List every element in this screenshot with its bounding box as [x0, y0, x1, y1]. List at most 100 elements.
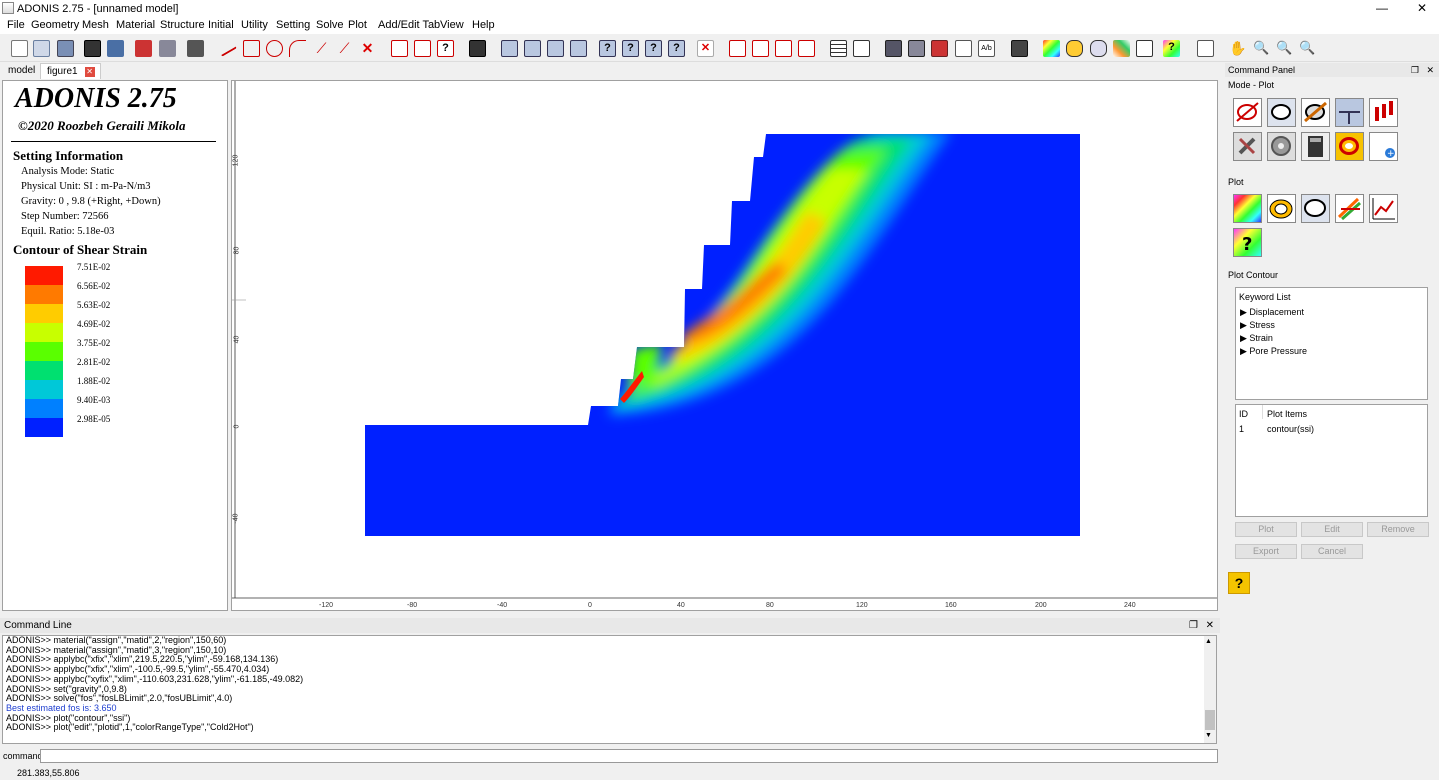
- draw-arc-icon[interactable]: [289, 40, 306, 57]
- menu-initial[interactable]: Initial: [208, 19, 234, 31]
- plot-item-row[interactable]: 1 contour(ssi): [1236, 422, 1427, 436]
- calculator-icon[interactable]: [1011, 40, 1028, 57]
- structure-beam-icon[interactable]: [729, 40, 746, 57]
- edit-button[interactable]: Edit: [1301, 522, 1363, 537]
- menu-plot[interactable]: Plot: [348, 19, 367, 31]
- menu-file[interactable]: File: [7, 19, 25, 31]
- scroll-down-icon[interactable]: ▼: [1205, 732, 1212, 739]
- tab-figure1[interactable]: figure1 ✕: [40, 63, 101, 79]
- text-icon[interactable]: A/b: [978, 40, 995, 57]
- history-chart-icon[interactable]: [853, 40, 870, 57]
- help-icon[interactable]: ?: [1228, 572, 1250, 594]
- boundary-mode-icon[interactable]: [1335, 98, 1364, 127]
- keyword-item-strain[interactable]: ▶ Strain: [1240, 333, 1273, 344]
- material-mode-icon[interactable]: [1301, 98, 1330, 127]
- zoom-in-icon[interactable]: 🔍: [1276, 40, 1293, 57]
- menu-material[interactable]: Material: [116, 19, 155, 31]
- print-icon[interactable]: [187, 40, 204, 57]
- import-icon[interactable]: [135, 40, 152, 57]
- menu-view[interactable]: View: [440, 19, 464, 31]
- export-button[interactable]: Export: [1235, 544, 1297, 559]
- contour-plot-icon[interactable]: [1043, 40, 1060, 57]
- step-icon[interactable]: [908, 40, 925, 57]
- split-line-icon[interactable]: ⟋: [336, 40, 353, 57]
- contour-plot-button-icon[interactable]: [1233, 194, 1262, 223]
- menu-mesh[interactable]: Mesh: [82, 19, 109, 31]
- vector-plot-icon[interactable]: [1066, 40, 1083, 57]
- float-panel-icon[interactable]: ❐: [1189, 618, 1198, 633]
- draw-line-icon[interactable]: [218, 41, 237, 57]
- command-input[interactable]: [40, 749, 1218, 763]
- keyword-item-pore-pressure[interactable]: ▶ Pore Pressure: [1240, 346, 1307, 357]
- structure-pile-icon[interactable]: [775, 40, 792, 57]
- xy-plot-button-icon[interactable]: [1369, 194, 1398, 223]
- tools-mode-icon[interactable]: [1233, 132, 1262, 161]
- export-icon[interactable]: [159, 40, 176, 57]
- fix-x-icon[interactable]: [501, 40, 518, 57]
- float-panel-icon[interactable]: ❐: [1411, 63, 1419, 77]
- calculator-mode-icon[interactable]: [1301, 132, 1330, 161]
- mesh-help-icon[interactable]: ?: [437, 40, 454, 57]
- structure-mode-icon[interactable]: [1369, 98, 1398, 127]
- menu-geometry[interactable]: Geometry: [31, 19, 79, 31]
- delete-geometry-icon[interactable]: ✕: [359, 40, 376, 57]
- keyword-item-displacement[interactable]: ▶ Displacement: [1240, 307, 1304, 318]
- export-dxf-icon[interactable]: [84, 40, 101, 57]
- menu-structure[interactable]: Structure: [160, 19, 205, 31]
- menu-help[interactable]: Help: [472, 19, 495, 31]
- close-button[interactable]: ✕: [1407, 1, 1437, 15]
- mesh-plot-icon[interactable]: [1090, 40, 1107, 57]
- restore-button[interactable]: [1372, 1, 1402, 15]
- stop-icon[interactable]: [931, 40, 948, 57]
- table-icon[interactable]: [830, 40, 847, 57]
- command-output[interactable]: ADONIS>> material("assign","matid",2,"re…: [2, 635, 1217, 744]
- plot-mode-icon[interactable]: [1335, 132, 1364, 161]
- structure-plot-icon[interactable]: [1113, 40, 1130, 57]
- menu-add-edit-tab[interactable]: Add/Edit Tab: [378, 19, 440, 31]
- close-panel-icon[interactable]: ✕: [1426, 63, 1434, 77]
- clear-bc-icon[interactable]: ✕: [697, 40, 714, 57]
- close-tab-icon[interactable]: ✕: [84, 67, 95, 77]
- menu-utility[interactable]: Utility: [241, 19, 268, 31]
- remove-button[interactable]: Remove: [1367, 522, 1429, 537]
- scroll-thumb[interactable]: [1205, 710, 1215, 730]
- geometry-mode-icon[interactable]: [1233, 98, 1262, 127]
- query-load-icon[interactable]: ?: [622, 40, 639, 57]
- zoom-out-icon[interactable]: 🔍: [1299, 40, 1316, 57]
- query-bc-icon[interactable]: ?: [599, 40, 616, 57]
- scroll-up-icon[interactable]: ▲: [1205, 638, 1212, 645]
- apply-load-icon[interactable]: [570, 40, 587, 57]
- structure-liner-icon[interactable]: [798, 40, 815, 57]
- xy-plot-icon[interactable]: [1136, 40, 1153, 57]
- material-icon[interactable]: [469, 40, 486, 57]
- save-icon[interactable]: [57, 40, 74, 57]
- open-file-icon[interactable]: [33, 40, 50, 57]
- close-panel-icon[interactable]: ✕: [1206, 618, 1214, 633]
- mesh-plot-button-icon[interactable]: [1301, 194, 1330, 223]
- menu-solve[interactable]: Solve: [316, 19, 344, 31]
- plot-canvas[interactable]: -120 -80 -40 0 40 80 120 160 200 240 120…: [231, 80, 1218, 611]
- tab-model[interactable]: model: [2, 63, 42, 79]
- plot-help-icon[interactable]: ?: [1163, 40, 1180, 57]
- menu-setting[interactable]: Setting: [276, 19, 310, 31]
- screenshot-icon[interactable]: [107, 40, 124, 57]
- fix-y-icon[interactable]: [524, 40, 541, 57]
- plot-button[interactable]: Plot: [1235, 522, 1297, 537]
- cancel-button[interactable]: Cancel: [1301, 544, 1363, 559]
- new-plot-icon[interactable]: +: [1369, 132, 1398, 161]
- draw-rectangle-icon[interactable]: [243, 40, 260, 57]
- zoom-icon[interactable]: 🔍: [1253, 40, 1270, 57]
- solve-icon[interactable]: [885, 40, 902, 57]
- draw-circle-icon[interactable]: [266, 40, 283, 57]
- mesh-mode-icon[interactable]: [1267, 98, 1296, 127]
- settings-mode-icon[interactable]: [1267, 132, 1296, 161]
- pan-hand-icon[interactable]: ✋: [1229, 40, 1246, 57]
- reset-icon[interactable]: [955, 40, 972, 57]
- query-initial-icon[interactable]: ?: [668, 40, 685, 57]
- structure-cable-icon[interactable]: [752, 40, 769, 57]
- export-image-icon[interactable]: [1197, 40, 1214, 57]
- fix-xy-icon[interactable]: [547, 40, 564, 57]
- structure-plot-button-icon[interactable]: [1335, 194, 1364, 223]
- mesh-query-icon[interactable]: [391, 40, 408, 57]
- keyword-item-stress[interactable]: ▶ Stress: [1240, 320, 1275, 331]
